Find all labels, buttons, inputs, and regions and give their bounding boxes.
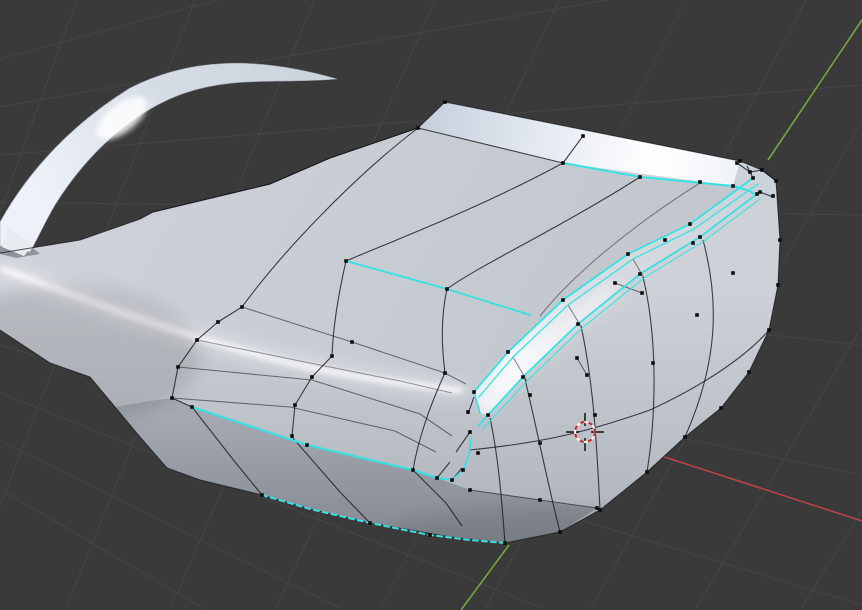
mesh-vertex[interactable] (486, 413, 490, 417)
mesh-vertex[interactable] (747, 370, 751, 374)
mesh-vertex[interactable] (695, 313, 699, 317)
mesh-vertex[interactable] (435, 476, 439, 480)
mesh-vertex[interactable] (576, 322, 580, 326)
mesh-vertex[interactable] (719, 406, 723, 410)
mesh-vertex[interactable] (305, 443, 309, 447)
mesh-vertex[interactable] (645, 470, 649, 474)
mesh-vertex[interactable] (445, 287, 449, 291)
mesh-vertex[interactable] (691, 241, 695, 245)
mesh-vertex[interactable] (411, 468, 415, 472)
mesh-vertex[interactable] (170, 396, 174, 400)
mesh-vertex[interactable] (688, 222, 692, 226)
mesh-vertex[interactable] (638, 175, 642, 179)
mesh-vertex[interactable] (538, 498, 542, 502)
mesh-vertex[interactable] (472, 390, 476, 394)
mesh-vertex[interactable] (751, 176, 755, 180)
mesh-vertex[interactable] (778, 238, 782, 242)
mesh-vertex[interactable] (575, 356, 579, 360)
mesh-vertex[interactable] (776, 283, 780, 287)
mesh-vertex[interactable] (626, 252, 630, 256)
mesh-vertex[interactable] (651, 361, 655, 365)
mesh-vertex[interactable] (638, 272, 642, 276)
mesh-vertex[interactable] (774, 179, 778, 183)
mesh-vertex[interactable] (561, 161, 565, 165)
blender-3d-viewport[interactable] (0, 0, 862, 610)
viewport-canvas[interactable] (0, 0, 862, 610)
mesh-vertex[interactable] (767, 328, 771, 332)
mesh-vertex[interactable] (771, 194, 775, 198)
mesh-vertex[interactable] (443, 371, 447, 375)
mesh-vertex[interactable] (731, 184, 735, 188)
mesh-vertex[interactable] (476, 451, 480, 455)
mesh-vertex[interactable] (310, 375, 314, 379)
mesh-vertex[interactable] (698, 235, 702, 239)
mesh-vertex[interactable] (506, 350, 510, 354)
mesh-vertex[interactable] (190, 405, 194, 409)
mesh-vertex[interactable] (290, 434, 294, 438)
mesh-vertex[interactable] (760, 168, 764, 172)
mesh-vertex[interactable] (558, 530, 562, 534)
mesh-vertex[interactable] (698, 180, 702, 184)
mesh-vertex[interactable] (503, 541, 507, 545)
mesh-vertex[interactable] (428, 533, 432, 537)
mesh-vertex[interactable] (330, 354, 334, 358)
mesh-vertex[interactable] (468, 430, 472, 434)
mesh-vertex[interactable] (468, 488, 472, 492)
mesh-vertex[interactable] (521, 375, 525, 379)
mesh-vertex[interactable] (731, 271, 735, 275)
mesh-vertex[interactable] (195, 338, 199, 342)
mesh-vertex[interactable] (368, 521, 372, 525)
mesh-vertex[interactable] (466, 410, 470, 414)
mesh-vertex[interactable] (528, 393, 532, 397)
mesh-vertex[interactable] (585, 373, 589, 377)
mesh-vertex[interactable] (176, 365, 180, 369)
mesh-vertex[interactable] (561, 298, 565, 302)
mesh-vertex[interactable] (461, 468, 465, 472)
mesh-vertex[interactable] (450, 478, 454, 482)
mesh-vertex[interactable] (663, 238, 667, 242)
mesh-vertex[interactable] (216, 320, 220, 324)
mesh-vertex[interactable] (416, 126, 420, 130)
mesh-vertex[interactable] (593, 413, 597, 417)
mesh-vertex[interactable] (260, 493, 264, 497)
mesh-vertex[interactable] (748, 170, 752, 174)
mesh-vertex[interactable] (240, 305, 244, 309)
mesh-vertex[interactable] (735, 161, 739, 165)
mesh-vertex[interactable] (538, 441, 542, 445)
mesh-vertex[interactable] (755, 192, 759, 196)
mesh-vertex[interactable] (683, 435, 687, 439)
mesh-vertex[interactable] (293, 403, 297, 407)
mesh-vertex[interactable] (640, 291, 644, 295)
mesh-vertex[interactable] (350, 340, 354, 344)
mesh-vertex[interactable] (595, 506, 599, 510)
mesh-vertex[interactable] (613, 281, 617, 285)
mesh-vertex[interactable] (581, 134, 585, 138)
mesh-vertex[interactable] (344, 259, 348, 263)
mesh-vertex[interactable] (443, 100, 447, 104)
